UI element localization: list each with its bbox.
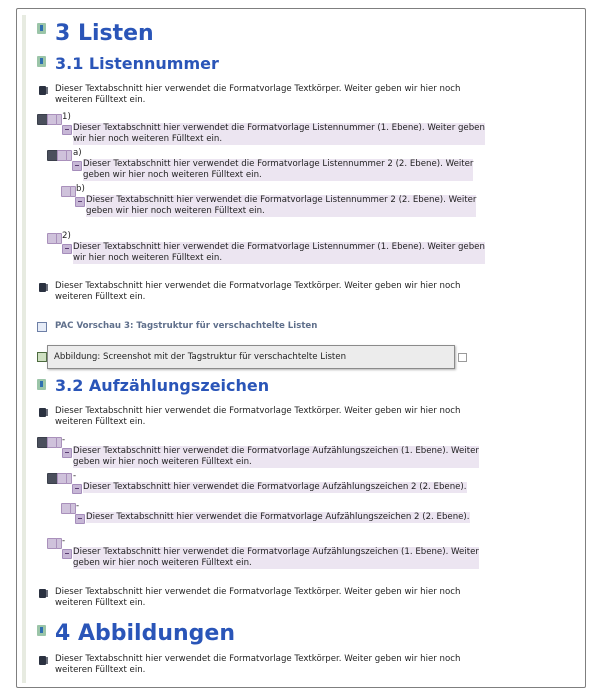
heading-tag-icon[interactable] [37,379,46,390]
paragraph-tag-icon[interactable] [39,589,48,598]
paragraph-tag-icon[interactable] [39,408,48,417]
body-paragraph-5: Dieser Textabschnitt hier verwendet die … [55,654,460,676]
list-item-a-text: Dieser Textabschnitt hier verwendet die … [83,159,474,181]
text-line: Dieser Textabschnitt hier verwendet die … [86,195,477,205]
list-body-tag-icon[interactable] [62,125,72,135]
list-body-tag-icon[interactable] [62,549,72,559]
bullet-marker: - [62,435,66,445]
list-marker-1: 1) [62,112,71,122]
bullet-sub-2-text: Dieser Textabschnitt hier verwendet die … [86,512,470,523]
list-marker-a: a) [73,148,82,158]
text-line: Dieser Textabschnitt hier verwendet die … [73,123,485,133]
heading-tag-icon[interactable] [37,23,46,34]
figure-tag-icon[interactable] [37,352,47,362]
text-line: Dieser Textabschnitt hier verwendet die … [73,446,479,456]
text-line: Dieser Textabschnitt hier verwendet die … [55,587,461,597]
list-body-tag-icon[interactable] [75,197,85,207]
list-body-tag-icon[interactable] [75,514,85,524]
bullet-item-1-text: Dieser Textabschnitt hier verwendet die … [73,446,479,468]
heading-4-abbildungen: 4 Abbildungen [55,621,235,646]
paragraph-tag-icon[interactable] [39,656,48,665]
bullet-marker: - [76,501,80,511]
heading-tag-icon[interactable] [37,56,46,67]
text-line: geben wir hier noch weiteren Fülltext ei… [73,457,252,467]
figure-alt-tooltip: Abbildung: Screenshot mit der Tagstruktu… [47,345,455,369]
text-line: weiteren Fülltext ein. [55,598,146,608]
text-line: weiteren Fülltext ein. [55,417,146,427]
text-line: Dieser Textabschnitt hier verwendet die … [73,242,485,252]
bullet-sub-1-text: Dieser Textabschnitt hier verwendet die … [83,482,467,493]
text-line: Dieser Textabschnitt hier verwendet die … [55,84,461,94]
text-line: weiteren Fülltext ein. [55,665,146,675]
text-line: Dieser Textabschnitt hier verwendet die … [55,281,461,291]
pac-preview-caption: PAC Vorschau 3: Tagstruktur für verschac… [55,321,318,331]
list-item-2-text: Dieser Textabschnitt hier verwendet die … [73,242,485,264]
list-body-tag-icon[interactable] [72,161,82,171]
document-preview: 3 Listen 3.1 Listennummer Dieser Textabs… [16,8,586,688]
text-line: geben wir hier noch weiteren Fülltext ei… [73,558,252,568]
text-line: Dieser Textabschnitt hier verwendet die … [55,654,461,664]
figure-placeholder-icon[interactable] [458,353,467,362]
body-paragraph-3: Dieser Textabschnitt hier verwendet die … [55,406,460,428]
list-marker-b: b) [76,184,85,194]
heading-3-1: 3.1 Listennummer [55,54,219,73]
body-paragraph-2: Dieser Textabschnitt hier verwendet die … [55,281,460,303]
bullet-marker: - [62,536,66,546]
caption-tag-icon[interactable] [37,322,47,332]
text-line: Dieser Textabschnitt hier verwendet die … [83,482,467,492]
text-line: geben wir hier noch weiteren Fülltext ei… [83,170,262,180]
label-tag-icon[interactable] [66,473,72,484]
list-body-tag-icon[interactable] [62,244,72,254]
label-tag-icon[interactable] [66,150,72,161]
text-line: Dieser Textabschnitt hier verwendet die … [55,406,461,416]
paragraph-tag-icon[interactable] [39,86,48,95]
text-line: Dieser Textabschnitt hier verwendet die … [73,547,479,557]
heading-3-2: 3.2 Aufzählungszeichen [55,376,270,395]
body-paragraph-4: Dieser Textabschnitt hier verwendet die … [55,587,460,609]
text-line: Dieser Textabschnitt hier verwendet die … [83,159,474,169]
list-item-b-text: Dieser Textabschnitt hier verwendet die … [86,195,477,217]
list-item-1-text: Dieser Textabschnitt hier verwendet die … [73,123,485,145]
list-body-tag-icon[interactable] [72,484,82,494]
text-line: wir hier noch weiteren Fülltext ein. [73,253,223,263]
text-line: wir hier noch weiteren Fülltext ein. [73,134,223,144]
text-line: weiteren Fülltext ein. [55,292,146,302]
list-body-tag-icon[interactable] [62,448,72,458]
text-line: Dieser Textabschnitt hier verwendet die … [86,512,470,522]
bullet-item-2-text: Dieser Textabschnitt hier verwendet die … [73,547,479,569]
heading-3-listen: 3 Listen [55,21,154,46]
structure-rail [22,15,26,683]
body-paragraph-1: Dieser Textabschnitt hier verwendet die … [55,84,460,106]
list-marker-2: 2) [62,231,71,241]
heading-tag-icon[interactable] [37,625,46,636]
paragraph-tag-icon[interactable] [39,283,48,292]
text-line: geben wir hier noch weiteren Fülltext ei… [86,206,265,216]
bullet-marker: - [73,471,77,481]
tooltip-text: Abbildung: Screenshot mit der Tagstruktu… [54,352,347,362]
text-line: weiteren Fülltext ein. [55,95,146,105]
